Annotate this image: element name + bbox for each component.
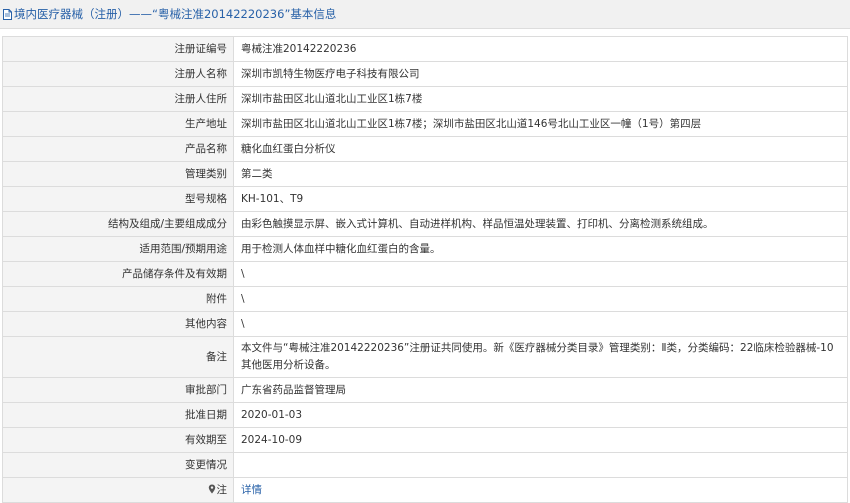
- table-row: 结构及组成/主要组成成分 由彩色触摸显示屏、嵌入式计算机、自动进样机构、样品恒温…: [2, 211, 848, 237]
- table-row: 注册证编号 粤械注准20142220236: [2, 36, 848, 62]
- row-label: 备注: [2, 336, 234, 378]
- row-label: 结构及组成/主要组成成分: [2, 211, 234, 237]
- row-label: 产品储存条件及有效期: [2, 261, 234, 287]
- row-value: 本文件与“粤械注准20142220236”注册证共同使用。新《医疗器械分类目录》…: [233, 336, 848, 378]
- table-row: 备注 本文件与“粤械注准20142220236”注册证共同使用。新《医疗器械分类…: [2, 336, 848, 378]
- row-label: 其他内容: [2, 311, 234, 337]
- note-label-cell: 注: [2, 477, 234, 503]
- table-row: 批准日期 2020-01-03: [2, 402, 848, 428]
- row-value: 粤械注准20142220236: [233, 36, 848, 62]
- document-icon: [3, 8, 12, 20]
- row-label: 变更情况: [2, 452, 234, 478]
- row-label: 附件: [2, 286, 234, 312]
- row-value: 详情: [233, 477, 848, 503]
- table-row: 产品储存条件及有效期 \: [2, 261, 848, 287]
- row-value: 深圳市凯特生物医疗电子科技有限公司: [233, 61, 848, 87]
- details-link[interactable]: 详情: [241, 484, 262, 496]
- row-value: 深圳市盐田区北山道北山工业区1栋7楼: [233, 86, 848, 112]
- table-row: 注册人名称 深圳市凯特生物医疗电子科技有限公司: [2, 61, 848, 87]
- table-row: 注册人住所 深圳市盐田区北山道北山工业区1栋7楼: [2, 86, 848, 112]
- row-label: 注: [216, 483, 228, 496]
- row-label: 批准日期: [2, 402, 234, 428]
- row-value: \: [233, 286, 848, 312]
- table-row: 型号规格 KH-101、T9: [2, 186, 848, 212]
- table-row: 变更情况: [2, 452, 848, 478]
- row-label: 管理类别: [2, 161, 234, 187]
- row-label: 型号规格: [2, 186, 234, 212]
- table-row: 其他内容 \: [2, 311, 848, 337]
- row-label: 生产地址: [2, 111, 234, 137]
- page-title: 境内医疗器械（注册）——“粤械注准20142220236”基本信息: [14, 7, 337, 21]
- row-value: KH-101、T9: [233, 186, 848, 212]
- row-value: 糖化血红蛋白分析仪: [233, 136, 848, 162]
- table-row: 有效期至 2024-10-09: [2, 427, 848, 453]
- row-label: 注册人名称: [2, 61, 234, 87]
- row-value: \: [233, 311, 848, 337]
- table-row: 生产地址 深圳市盐田区北山道北山工业区1栋7楼；深圳市盐田区北山道146号北山工…: [2, 111, 848, 137]
- table-row: 注 详情: [2, 477, 848, 503]
- table-row: 产品名称 糖化血红蛋白分析仪: [2, 136, 848, 162]
- row-label: 有效期至: [2, 427, 234, 453]
- map-pin-icon: [208, 484, 215, 493]
- row-label: 注册人住所: [2, 86, 234, 112]
- table-row: 附件 \: [2, 286, 848, 312]
- table-row: 管理类别 第二类: [2, 161, 848, 187]
- row-value: 2020-01-03: [233, 402, 848, 428]
- row-value: 由彩色触摸显示屏、嵌入式计算机、自动进样机构、样品恒温处理装置、打印机、分离检测…: [233, 211, 848, 237]
- registration-info-table: 注册证编号 粤械注准20142220236 注册人名称 深圳市凯特生物医疗电子科…: [2, 36, 848, 503]
- row-value: [233, 452, 848, 478]
- table-row: 审批部门 广东省药品监督管理局: [2, 377, 848, 403]
- row-label: 适用范围/预期用途: [2, 236, 234, 262]
- row-value: 深圳市盐田区北山道北山工业区1栋7楼；深圳市盐田区北山道146号北山工业区一幢（…: [233, 111, 848, 137]
- row-label: 注册证编号: [2, 36, 234, 62]
- table-row: 适用范围/预期用途 用于检测人体血样中糖化血红蛋白的含量。: [2, 236, 848, 262]
- row-value: 2024-10-09: [233, 427, 848, 453]
- row-value: 用于检测人体血样中糖化血红蛋白的含量。: [233, 236, 848, 262]
- row-value: 广东省药品监督管理局: [233, 377, 848, 403]
- remark-text: 本文件与“粤械注准20142220236”注册证共同使用。新《医疗器械分类目录》…: [241, 342, 834, 371]
- row-value: \: [233, 261, 848, 287]
- page-header: 境内医疗器械（注册）——“粤械注准20142220236”基本信息: [0, 0, 850, 29]
- row-label: 审批部门: [2, 377, 234, 403]
- row-label: 产品名称: [2, 136, 234, 162]
- row-value: 第二类: [233, 161, 848, 187]
